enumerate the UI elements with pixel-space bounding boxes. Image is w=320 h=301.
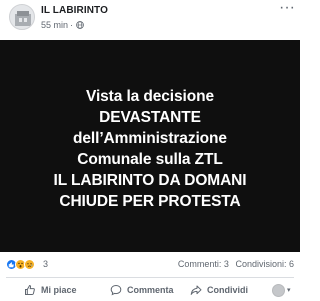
post-text-card: Vista la decisione DEVASTANTE dell’Ammin… [0, 40, 300, 252]
comments-count[interactable]: Commenti: 3 [178, 259, 229, 269]
reaction-as-selector[interactable]: ▾ [272, 283, 291, 297]
like-button[interactable]: Mi piace [18, 284, 104, 296]
reactions-bar: 3 Commenti: 3 Condivisioni: 6 [0, 256, 300, 274]
share-label: Condividi [207, 285, 248, 295]
avatar-image [10, 5, 34, 29]
more-options-icon[interactable]: ··· [279, 0, 295, 16]
post-text-line: IL LABIRINTO DA DOMANI [53, 172, 247, 189]
post-text-line: dell’Amministrazione [73, 130, 227, 147]
action-bar: Mi piace Commenta Condividi ▾ [0, 279, 300, 301]
facebook-post: IL LABIRINTO 55 min · ··· Vista la decis… [0, 0, 300, 301]
sad-icon [24, 259, 35, 270]
divider [6, 277, 294, 278]
post-text-line: CHIUDE PER PROTESTA [59, 193, 241, 210]
post-header: IL LABIRINTO 55 min · ··· [0, 0, 300, 40]
post-time[interactable]: 55 min [41, 20, 68, 30]
post-text-line: Vista la decisione [85, 88, 214, 105]
share-button[interactable]: Condividi [190, 284, 264, 296]
page-name-link[interactable]: IL LABIRINTO [41, 5, 108, 16]
globe-icon [76, 21, 84, 29]
reaction-count[interactable]: 3 [43, 259, 48, 269]
like-label: Mi piace [41, 285, 77, 295]
share-icon [190, 285, 202, 295]
reaction-icons[interactable] [6, 259, 35, 270]
post-stats: Commenti: 3 Condivisioni: 6 [178, 259, 294, 269]
chevron-down-icon: ▾ [287, 287, 291, 294]
page-avatar[interactable] [9, 4, 35, 30]
post-meta: 55 min · [41, 20, 84, 30]
thumbs-up-icon [25, 284, 35, 295]
comment-label: Commenta [127, 285, 174, 295]
post-text-line: Comunale sulla ZTL [77, 151, 223, 168]
post-text-line: DEVASTANTE [99, 109, 201, 126]
shares-count[interactable]: Condivisioni: 6 [235, 259, 294, 269]
meta-separator: · [70, 20, 74, 30]
comment-button[interactable]: Commenta [110, 284, 190, 296]
comment-icon [110, 284, 122, 296]
user-avatar [272, 283, 285, 297]
